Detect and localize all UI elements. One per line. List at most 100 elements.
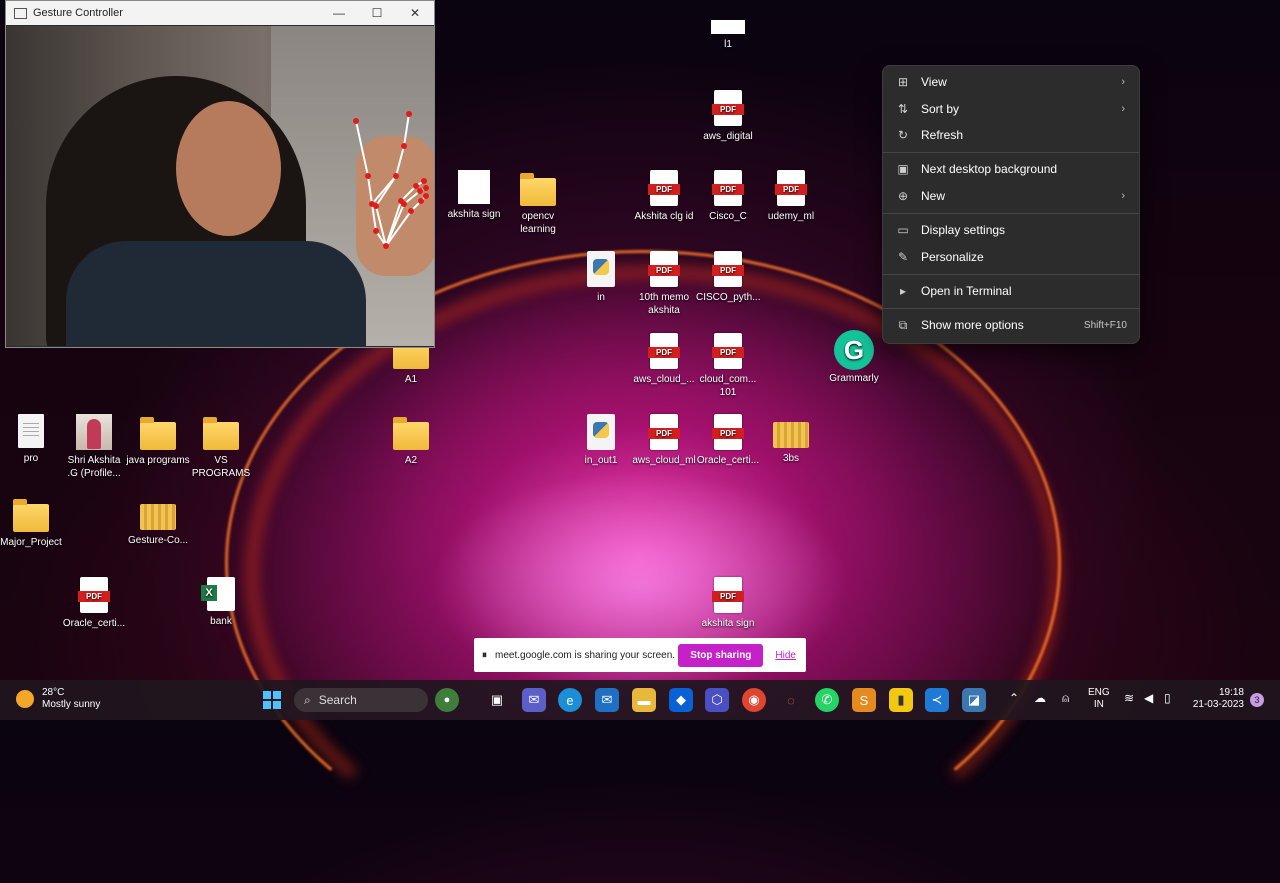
sort-icon: ⇅ [897, 102, 909, 116]
start-button[interactable] [260, 688, 284, 712]
desktop-icon-aws-cloud[interactable]: aws_cloud_... [632, 333, 696, 386]
volume-icon[interactable]: ◀ [1144, 692, 1153, 704]
desktop-icon-grammarly[interactable]: G Grammarly [822, 330, 886, 385]
search-icon: ⌕ [304, 692, 311, 707]
power-bi-button[interactable]: ▮ [889, 688, 913, 712]
clock[interactable]: 19:18 21-03-2023 [1190, 687, 1244, 711]
widgets-button[interactable]: ● [435, 688, 459, 712]
image-icon [458, 170, 490, 204]
folder-icon [203, 417, 239, 450]
battery-icon[interactable]: ▯ [1164, 692, 1171, 704]
desktop-icon-udemy-ml[interactable]: udemy_ml [759, 170, 823, 223]
menu-item-view[interactable]: ⊞ View › [887, 69, 1135, 95]
hexagon-icon: ⬡ [711, 692, 723, 707]
icon-label: A2 [404, 455, 418, 466]
menu-item-new[interactable]: ⊕ New › [887, 183, 1135, 209]
folder-icon: ▬ [637, 692, 651, 708]
desktop-icon-vs-programs[interactable]: VS PROGRAMS [189, 414, 253, 480]
python-app-button[interactable]: ◪ [962, 688, 986, 712]
menu-label: View [921, 75, 947, 89]
window-title: Gesture Controller [33, 7, 123, 19]
desktop-context-menu[interactable]: ⊞ View › ⇅ Sort by › ↻ Refresh ▣ Next de… [882, 65, 1140, 344]
archive-folder-icon [140, 504, 176, 530]
file-explorer-button[interactable]: ▬ [632, 688, 656, 712]
desktop-icon-cloud-com[interactable]: cloud_com... 101 [696, 333, 760, 399]
desktop-icon-oracle-certi-2[interactable]: Oracle_certi... [696, 414, 760, 467]
copilot-button[interactable]: ⬡ [705, 688, 729, 712]
icon-label: akshita sign [701, 618, 755, 629]
desktop-icon-in-out1[interactable]: in_out1 [569, 414, 633, 467]
desktop-icon-3bs[interactable]: 3bs [759, 414, 823, 465]
hide-link[interactable]: Hide [775, 650, 796, 661]
desktop-icon-gesture-co[interactable]: Gesture-Co... [126, 496, 190, 547]
minimize-button[interactable]: — [320, 1, 358, 25]
icon-label: CISCO_pyth... [696, 292, 761, 303]
menu-item-next-background[interactable]: ▣ Next desktop background [887, 156, 1135, 182]
desktop-icon-java-programs[interactable]: java programs [126, 414, 190, 467]
microphone-icon[interactable]: ⍝ [1062, 692, 1069, 704]
desktop-icon-akshita-sign-pdf[interactable]: akshita sign [696, 577, 760, 630]
image-icon: ▣ [897, 162, 909, 176]
desktop-icon-l1[interactable]: l1 [696, 20, 760, 51]
desktop-icon-cisco-pyth[interactable]: CISCO_pyth... [696, 251, 760, 304]
language-indicator[interactable]: ENG IN [1088, 687, 1110, 711]
grammarly-icon: G [834, 330, 874, 370]
weather-widget[interactable]: 28°C Mostly sunny [16, 687, 100, 711]
desktop-icon-oracle-certi[interactable]: Oracle_certi... [62, 577, 126, 630]
dropbox-button[interactable]: ◆ [669, 688, 693, 712]
chrome-button[interactable]: ◉ [742, 688, 766, 712]
desktop-icon-a2[interactable]: A2 [379, 414, 443, 467]
clock-date: 21-03-2023 [1192, 699, 1244, 710]
excel-icon [201, 577, 235, 611]
icon-label: Grammarly [829, 373, 879, 384]
jupyter-button[interactable]: ◌ [779, 688, 803, 712]
show-hidden-icons-button[interactable]: ⌃ [1009, 692, 1019, 704]
window-titlebar[interactable]: Gesture Controller — ☐ ✕ [6, 1, 434, 25]
desktop-icon-bank[interactable]: bank [189, 577, 253, 628]
stop-sharing-button[interactable]: Stop sharing [678, 643, 764, 667]
desktop-icon-opencv-learning[interactable]: opencv learning [506, 170, 570, 236]
task-view-button[interactable]: ▣ [485, 688, 509, 712]
taskbar-search[interactable]: ⌕ Search [294, 688, 428, 712]
desktop-icon-aws-cloud-ml[interactable]: aws_cloud_ml [632, 414, 696, 467]
onedrive-icon[interactable]: ☁ [1034, 692, 1046, 704]
vscode-button[interactable]: ≺ [925, 688, 949, 712]
sublime-button[interactable]: S [852, 688, 876, 712]
desktop-icon-akshita-sign[interactable]: akshita sign [442, 170, 506, 221]
desktop-icon-aws-digital[interactable]: aws_digital [696, 90, 760, 143]
pdf-icon [712, 251, 744, 287]
desktop-icon-cisco-c[interactable]: Cisco_C [696, 170, 760, 223]
desktop-icon-pro[interactable]: pro [0, 414, 63, 465]
task-view-icon: ▣ [490, 692, 504, 707]
whatsapp-button[interactable]: ✆ [815, 688, 839, 712]
drag-handle-icon[interactable]: ⏸ [482, 650, 487, 661]
desktop-icon-shri-akshita[interactable]: Shri Akshita .G (Profile... [62, 414, 126, 480]
folder-icon [140, 417, 176, 450]
search-label: Search [318, 693, 357, 707]
pdf-icon [712, 577, 744, 613]
teams-chat-button[interactable]: ✉ [522, 688, 546, 712]
menu-separator [883, 274, 1139, 275]
image-thumbnail-icon [711, 20, 745, 34]
desktop-icon-akshita-clg-id[interactable]: Akshita clg id [632, 170, 696, 223]
wifi-icon[interactable]: ≋ [1124, 692, 1134, 704]
mail-button[interactable]: ✉ [595, 688, 619, 712]
desktop-icon-10th-memo[interactable]: 10th memo akshita [632, 251, 696, 317]
maximize-button[interactable]: ☐ [358, 1, 396, 25]
menu-item-refresh[interactable]: ↻ Refresh [887, 122, 1135, 148]
pdf-icon [712, 170, 744, 206]
menu-item-show-more-options[interactable]: ⧉ Show more options Shift+F10 [887, 312, 1135, 338]
menu-item-display-settings[interactable]: ▭ Display settings [887, 217, 1135, 243]
desktop-icon-major-project[interactable]: Major_Project [0, 496, 63, 549]
close-button[interactable]: ✕ [396, 1, 434, 25]
menu-item-open-terminal[interactable]: ▸ Open in Terminal [887, 278, 1135, 304]
shortcut-label: Shift+F10 [1083, 319, 1127, 331]
menu-item-sort-by[interactable]: ⇅ Sort by › [887, 96, 1135, 122]
edge-button[interactable]: e [558, 688, 582, 712]
gesture-controller-window[interactable]: Gesture Controller — ☐ ✕ [5, 0, 435, 348]
menu-label: New [921, 189, 946, 203]
menu-item-personalize[interactable]: ✎ Personalize [887, 244, 1135, 270]
vscode-icon: ≺ [931, 692, 943, 707]
notification-badge[interactable]: 3 [1250, 693, 1264, 707]
desktop-icon-in[interactable]: in [569, 251, 633, 304]
